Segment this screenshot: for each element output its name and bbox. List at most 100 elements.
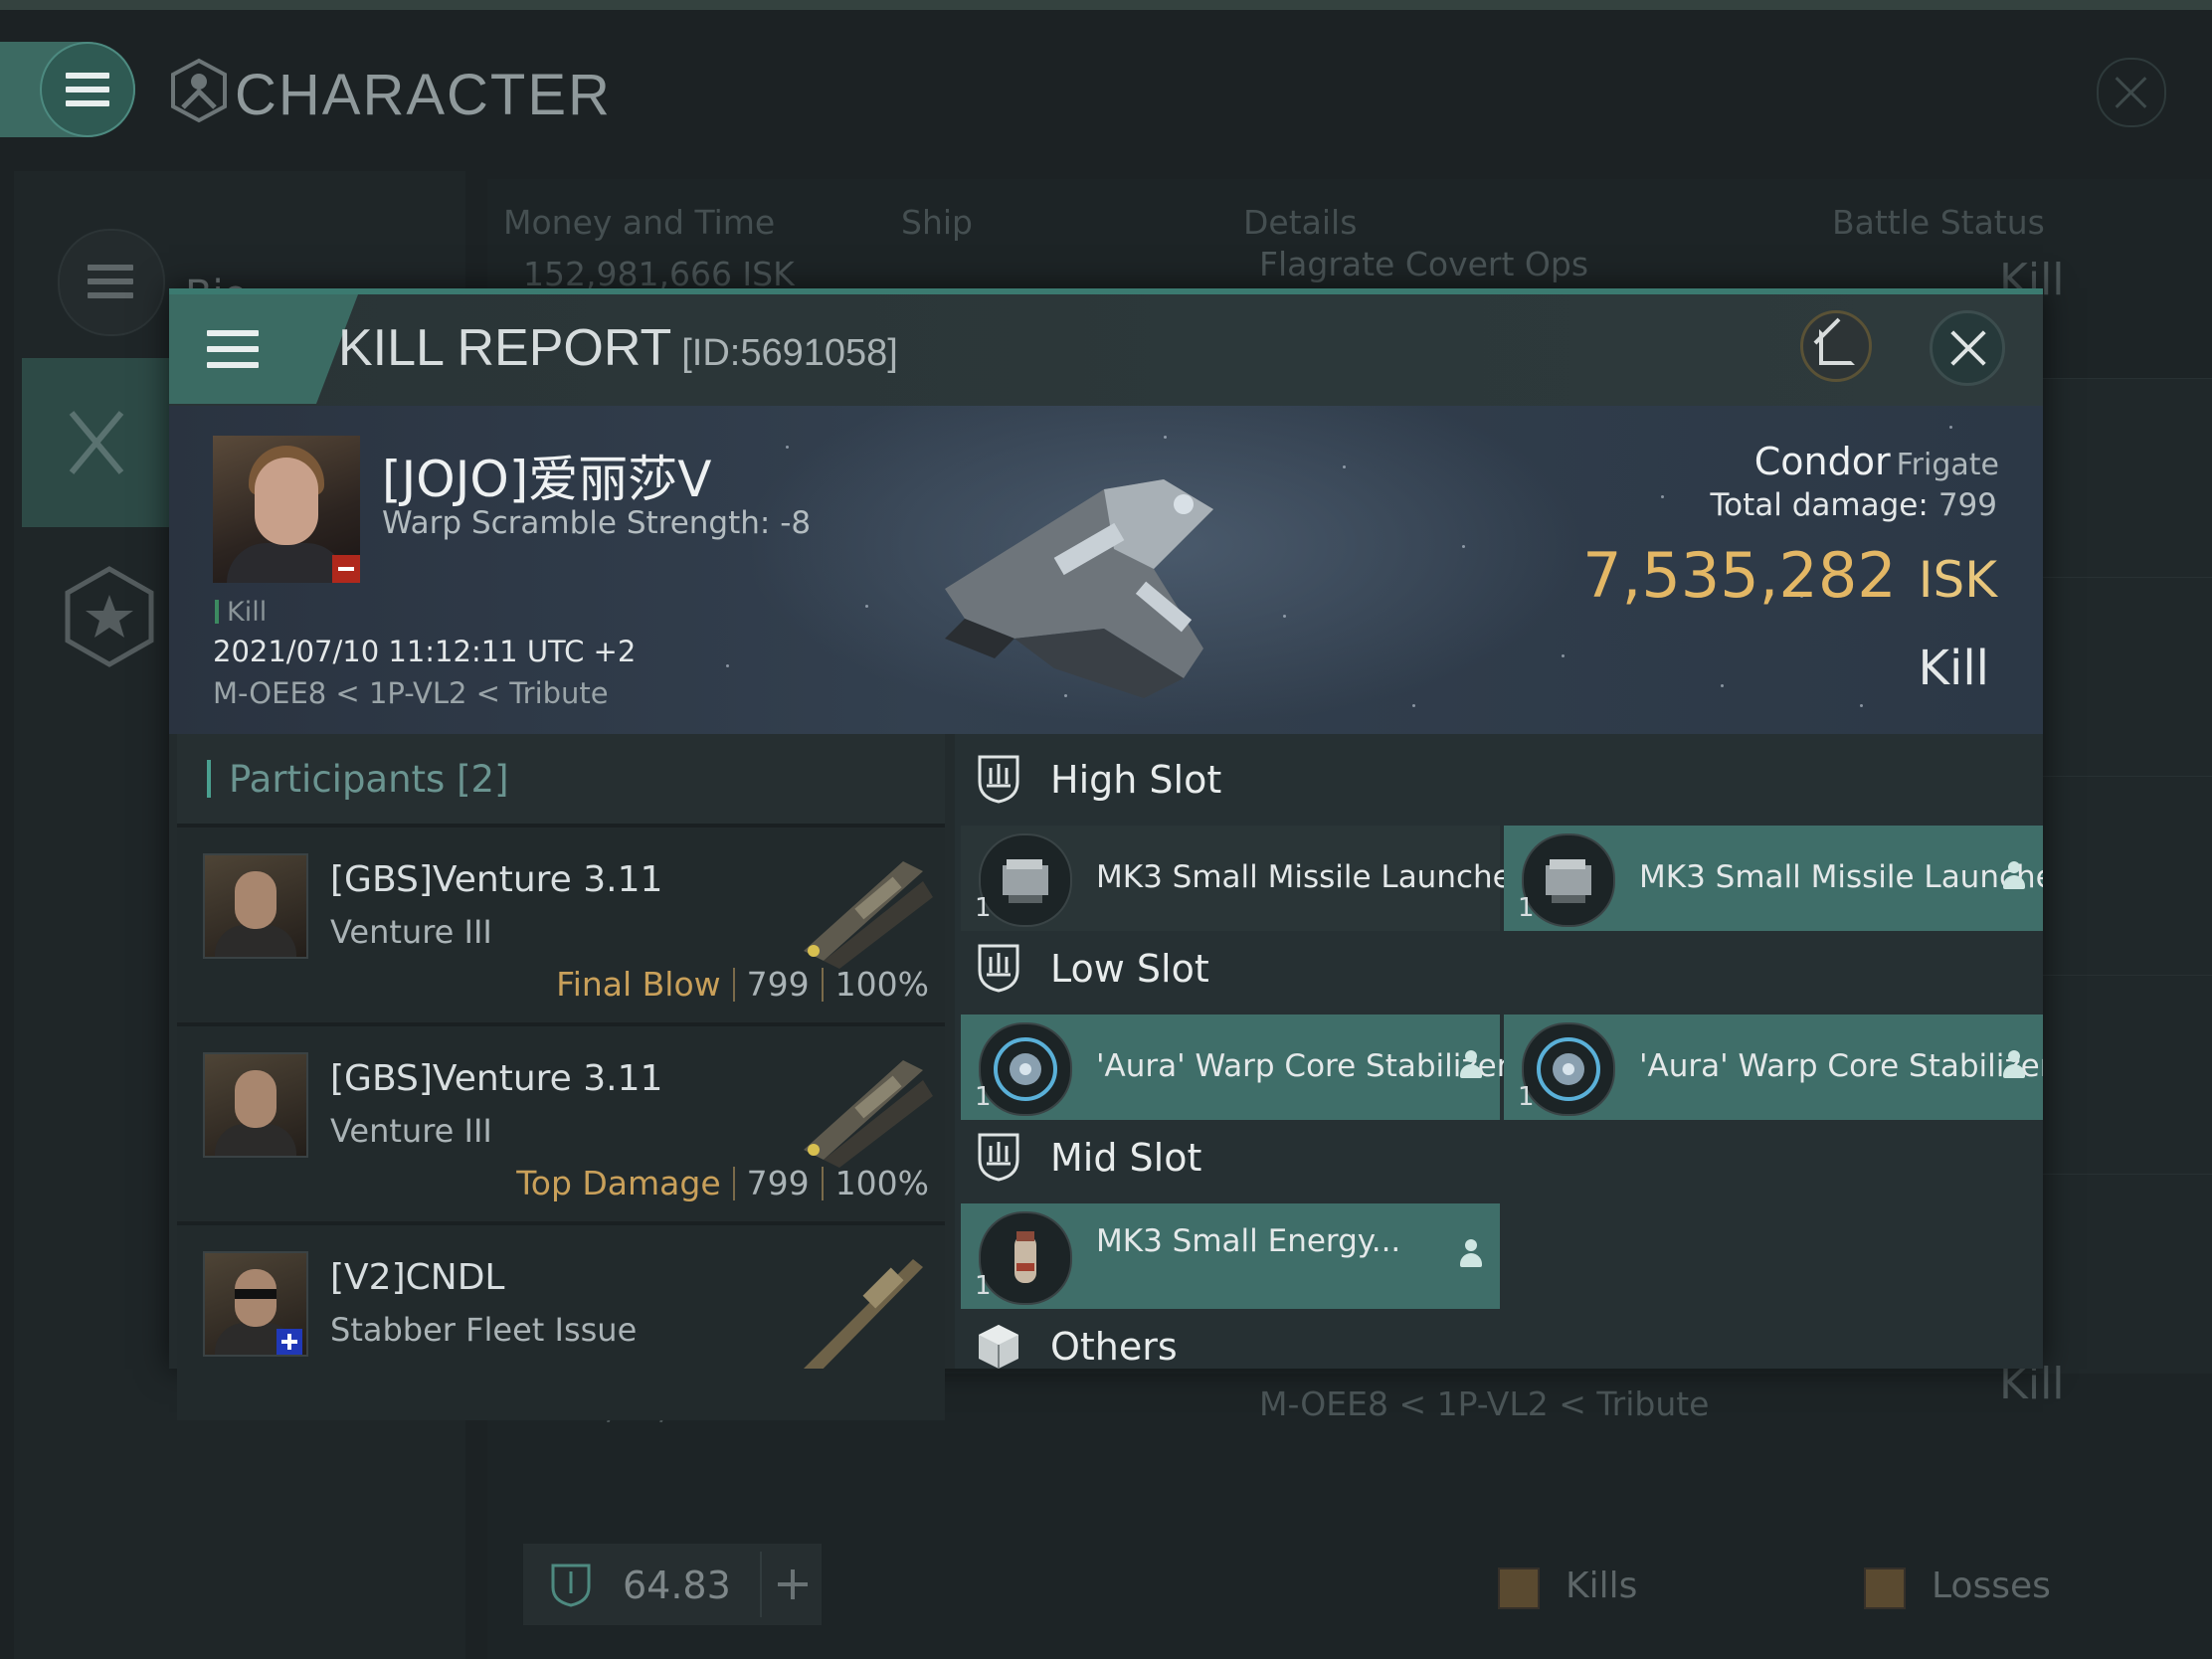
participant-row[interactable]: [GBS]Venture 3.11 Venture III Top Damage… [177,1022,945,1221]
low-slot-label: Low Slot [1050,947,1209,991]
low-slot-icon [978,944,1019,993]
row-location: M-OEE8 < 1P-VL2 < Tribute [1259,1384,1710,1423]
participant-damage: 799 [746,965,810,1004]
kill-report-window: KILL REPORT [ID:5691058] [JOJO]爱丽莎V Warp … [169,288,2043,1420]
fitting-panel: High Slot 1 MK3 Small Missile Launcher 1… [955,734,2043,1369]
dropped-item-icon [2003,1050,2025,1080]
mid-slot-label: Mid Slot [1050,1136,1202,1180]
row-details: Flagrate Covert Ops [1259,245,1589,283]
total-damage-value: 799 [1937,487,1997,523]
participant-percent: 100% [834,1164,929,1202]
external-link-button[interactable] [1800,310,1872,382]
ship-render-image [945,479,1213,698]
window-close-button[interactable] [2097,58,2166,127]
filter-bar: 64.83 [523,1544,822,1625]
kill-datetime: 2021/07/10 11:12:11 UTC +2 [213,635,637,668]
cargo-box-icon [979,1325,1018,1369]
menu-circle [40,42,135,137]
participant-avatar[interactable] [203,1052,308,1158]
shield-icon [551,1564,591,1607]
add-button[interactable] [760,1552,822,1617]
title-text: KILL REPORT [338,319,672,377]
module-quantity: 1 [975,893,992,923]
participant-name: [GBS]Venture 3.11 [330,1058,663,1099]
others-header[interactable]: Others [955,1301,2043,1369]
venture-ship-icon [804,1060,933,1168]
external-link-icon [1819,329,1855,365]
participant-stats: Final Blow 799 100% [556,965,929,1004]
participant-name: [V2]CNDL [330,1257,505,1298]
kills-legend-label[interactable]: Kills [1566,1566,1637,1606]
dropped-item-icon [1460,1239,1482,1269]
module-quantity: 1 [1518,1082,1535,1112]
isk-value: 7,535,282 ISK [1582,539,1997,612]
column-header-ship: Ship [901,203,973,242]
participant-row[interactable]: [V2]CNDL Stabber Fleet Issue [177,1221,945,1420]
low-slot-header: Low Slot [955,923,2043,1013]
kill-report-menu-button[interactable] [169,294,306,404]
sidebar-item-combat[interactable] [22,358,171,527]
missile-launcher-icon [1522,833,1615,927]
module-item[interactable]: 1 MK3 Small Missile Launcher [961,826,1525,931]
losses-legend-swatch [1864,1567,1906,1609]
participant-damage: 799 [746,1164,810,1202]
others-label: Others [1050,1325,1178,1369]
warp-core-stabilizer-icon [979,1022,1072,1116]
participant-avatar[interactable] [203,853,308,959]
module-quantity: 1 [1518,893,1535,923]
total-damage: Total damage: 799 [1710,487,1998,523]
missile-launcher-icon [979,833,1072,927]
main-menu-button[interactable] [0,42,135,137]
participants-label: Participants [2] [229,758,509,801]
standing-positive-icon [276,1329,302,1355]
top-strip [0,0,2212,10]
victim-name[interactable]: [JOJO]爱丽莎V [382,440,711,511]
hamburger-icon [207,330,259,368]
high-slot-label: High Slot [1050,758,1222,802]
module-name: 'Aura' Warp Core Stabilizer [1639,1048,2043,1084]
module-name: 'Aura' Warp Core Stabilizer [1096,1048,1510,1084]
module-name: MK3 Small Energy... [1096,1223,1401,1259]
participant-name: [GBS]Venture 3.11 [330,859,663,900]
participant-percent: 100% [834,965,929,1004]
hamburger-icon [66,73,109,106]
kill-report-title: KILL REPORT [ID:5691058] [338,318,898,378]
participant-ship: Stabber Fleet Issue [330,1311,638,1349]
mid-slot-icon [978,1133,1019,1182]
column-header-details: Details [1243,203,1358,242]
participant-ship: Venture III [330,913,492,951]
sidebar-item-star-icon[interactable] [58,565,161,668]
participants-header: Participants [2] [177,734,945,824]
participants-panel: Participants [2] [GBS]Venture 3.11 Ventu… [177,734,945,1420]
module-item[interactable]: 1 MK3 Small Energy... [961,1203,1500,1309]
high-slot-icon [978,755,1019,804]
module-name: MK3 Small Missile Launcher [1639,859,2043,895]
final-blow-tag: Final Blow [556,965,721,1004]
kill-report-id: [ID:5691058] [681,332,898,374]
module-name: MK3 Small Missile Launcher [1096,859,1525,895]
high-slot-header: High Slot [955,734,2043,824]
kill-tag: Kill [215,597,267,628]
bio-menu-icon [58,229,165,336]
losses-legend-label[interactable]: Losses [1932,1566,2051,1606]
participant-stats: Top Damage 799 100% [516,1164,929,1202]
standing-negative-icon [332,555,360,583]
module-quantity: 1 [975,1082,992,1112]
kill-location[interactable]: M-OEE8 < 1P-VL2 < Tribute [213,676,609,710]
ship-name[interactable]: Condor Frigate [1754,440,1999,483]
warp-scramble-strength: Warp Scramble Strength: -8 [382,505,812,541]
module-item[interactable]: 1 MK3 Small Missile Launcher [1504,826,2043,931]
participant-ship: Venture III [330,1112,492,1150]
battle-status: Kill [1918,641,1989,696]
module-item[interactable]: 1 'Aura' Warp Core Stabilizer [961,1014,1509,1120]
kills-legend-swatch [1498,1567,1540,1609]
close-button[interactable] [1930,310,2005,386]
character-icon [171,58,227,123]
stabber-ship-icon [804,1259,923,1369]
participant-row[interactable]: [GBS]Venture 3.11 Venture III Final Blow… [177,824,945,1022]
mid-slot-header: Mid Slot [955,1112,2043,1201]
column-header-status: Battle Status [1832,203,2045,242]
window-title: CHARACTER [235,63,612,127]
module-item[interactable]: 1 'Aura' Warp Core Stabilizer [1504,1014,2043,1120]
isk-currency: ISK [1918,551,1997,609]
